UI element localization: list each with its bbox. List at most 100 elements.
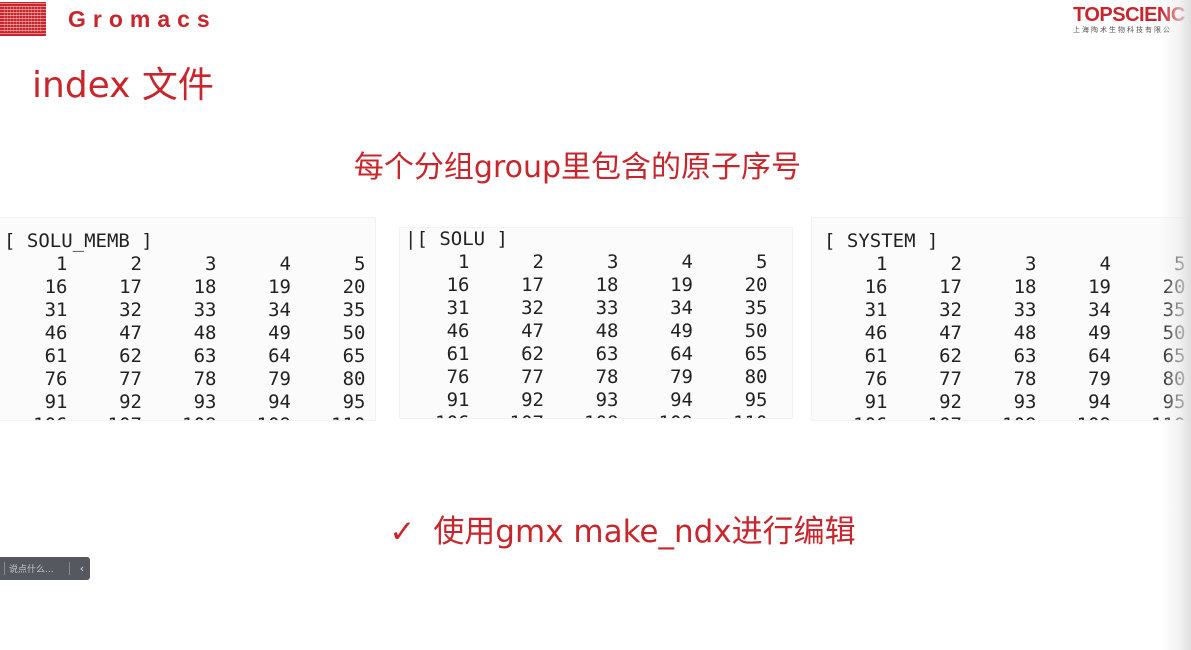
atom-index: 49	[1088, 322, 1111, 344]
atom-index-grid: 1234516171819203132333435464748495061626…	[400, 251, 768, 418]
atom-index: 94	[1088, 391, 1111, 413]
atom-index: 65	[744, 343, 768, 365]
atom-index: 61	[446, 343, 470, 365]
atom-index: 62	[119, 345, 142, 367]
atom-index: 80	[342, 368, 366, 390]
atom-index: 20	[744, 274, 768, 296]
atom-index: 63	[595, 343, 619, 365]
atom-index: 34	[670, 297, 693, 319]
atom-index: 32	[119, 299, 142, 321]
atom-index: 64	[670, 343, 693, 365]
atom-index: 33	[595, 297, 619, 319]
atom-index: 107	[888, 414, 962, 420]
atom-index: 78	[595, 366, 619, 388]
index-row: 46 47 48 49 50	[0, 322, 366, 345]
atom-index: 46	[864, 322, 888, 344]
group-header: |[ SOLU ]	[405, 228, 508, 250]
atom-index: 31	[864, 299, 888, 321]
atom-index: 63	[193, 345, 217, 367]
index-row: 1 2 3 4 5	[0, 253, 366, 276]
atom-index: 79	[670, 366, 693, 388]
collapse-chevron-icon[interactable]: ‹	[74, 562, 90, 575]
comment-input[interactable]: 说点什么...	[9, 562, 65, 575]
atom-index: 47	[939, 322, 962, 344]
atom-index: 109	[1037, 414, 1111, 420]
atom-index: 94	[670, 389, 693, 411]
index-row: 31 32 33 34 35	[0, 299, 366, 322]
atom-index-grid: 1234516171819203132333435464748495061626…	[813, 253, 1186, 420]
atom-index: 64	[268, 345, 291, 367]
atom-index: 95	[342, 391, 366, 413]
index-row: 1617181920	[813, 276, 1186, 299]
atom-index: 76	[44, 368, 68, 390]
atom-index: 93	[1013, 391, 1037, 413]
atom-index: 31	[446, 297, 470, 319]
atom-index: 2	[130, 253, 142, 275]
atom-index: 50	[342, 322, 366, 344]
atom-index: 17	[939, 276, 962, 298]
atom-index: 17	[521, 274, 544, 296]
index-row: 9192939495	[813, 391, 1186, 414]
atom-index: 48	[1013, 322, 1037, 344]
index-row: 106107108109110	[0, 414, 365, 420]
atom-index: 19	[268, 276, 291, 298]
atom-index: 49	[268, 322, 291, 344]
gromacs-logo-icon	[0, 2, 46, 36]
group-panel-solu-memb: [ SOLU_MEMB ] 1 2 3 4 5 16 17 18 19 20 31 32 33 34 35 4…	[0, 218, 375, 420]
index-row: 6162636465	[400, 343, 768, 366]
atom-index: 94	[268, 391, 291, 413]
atom-index: 48	[193, 322, 217, 344]
atom-index: 5	[354, 253, 366, 275]
atom-index: 65	[342, 345, 366, 367]
atom-index: 31	[44, 299, 68, 321]
check-icon: ✓	[389, 514, 416, 550]
atom-index: 108	[544, 412, 618, 418]
bullet-text: 使用gmx make_ndx进行编辑	[433, 514, 856, 550]
atom-index: 1	[458, 251, 470, 273]
atom-index: 16	[446, 274, 470, 296]
index-row: 31 32 33 34 35	[400, 297, 768, 320]
atom-index: 61	[864, 345, 888, 367]
index-row: 12345	[400, 251, 768, 274]
atom-index: 2	[532, 251, 544, 273]
atom-index: 78	[1013, 368, 1037, 390]
atom-index: 4	[681, 251, 693, 273]
atom-index: 2	[950, 253, 962, 275]
atom-index: 109	[619, 412, 693, 418]
atom-index: 76	[446, 366, 470, 388]
atom-index: 91	[864, 391, 888, 413]
atom-index: 62	[939, 345, 962, 367]
comment-widget[interactable]: 说点什么... ‹	[0, 557, 90, 580]
atom-index: 109	[217, 414, 291, 420]
atom-index: 77	[119, 368, 142, 390]
atom-index: 77	[939, 368, 962, 390]
atom-index: 32	[939, 299, 962, 321]
atom-index: 79	[1088, 368, 1111, 390]
index-row: 9192939495	[400, 389, 768, 412]
index-row: 7677787980	[0, 368, 366, 391]
comment-divider	[69, 562, 70, 575]
index-row: 12345	[813, 253, 1185, 276]
atom-index: 5	[756, 251, 768, 273]
atom-index: 1	[56, 253, 68, 275]
group-panel-solu: |[ SOLU ] 1 2 3 4 5 16 17 18 19 20 31 32 33 34 35 46 47 4…	[400, 228, 792, 418]
atom-index: 33	[193, 299, 217, 321]
page-title: index 文件	[32, 65, 214, 106]
atom-index: 50	[744, 320, 768, 342]
index-row: 7677787980	[813, 368, 1186, 391]
atom-index-grid: 1234516171819203132333435464748495061626…	[0, 253, 366, 420]
atom-index: 35	[744, 297, 768, 319]
atom-index: 4	[279, 253, 291, 275]
atom-index: 76	[864, 368, 888, 390]
atom-index: 107	[470, 412, 544, 418]
atom-index: 61	[44, 345, 68, 367]
bullet-point: ✓ 使用gmx make_ndx进行编辑	[0, 506, 1191, 551]
group-header: [ SYSTEM ]	[824, 230, 939, 252]
atom-index: 91	[446, 389, 470, 411]
index-row: 6162636465	[813, 345, 1186, 368]
atom-index: 93	[595, 389, 619, 411]
slide-subtitle: 每个分组group里包含的原子序号	[353, 150, 802, 185]
atom-index: 16	[44, 276, 68, 298]
atom-index: 64	[1088, 345, 1111, 367]
atom-index: 3	[205, 253, 217, 275]
